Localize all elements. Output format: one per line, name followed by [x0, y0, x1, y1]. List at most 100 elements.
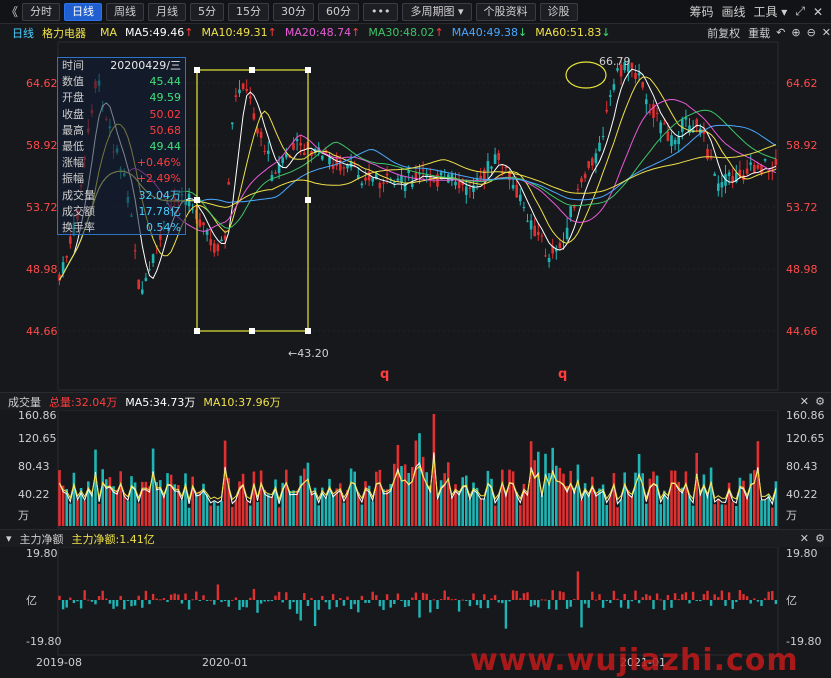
- candle-body: [720, 182, 724, 188]
- flow-bar: [133, 600, 137, 606]
- selection-handle[interactable]: [249, 67, 255, 73]
- candle-body: [641, 81, 644, 88]
- flow-bar: [717, 597, 720, 600]
- flow-bar: [259, 600, 263, 604]
- volume-bar: [465, 475, 468, 526]
- volume-bar: [684, 471, 688, 526]
- volume-bar: [241, 473, 245, 526]
- candle-body: [544, 255, 547, 257]
- gear-icon[interactable]: ⚙: [815, 395, 825, 408]
- info-value: 32.04万: [138, 188, 182, 202]
- flow-bar: [130, 600, 133, 607]
- volume-bar: [616, 507, 619, 526]
- candle-body: [267, 150, 270, 154]
- collapse-icon[interactable]: ▾: [6, 532, 12, 545]
- volume-bar: [479, 498, 482, 526]
- volume-bar: [670, 470, 673, 526]
- candle-body: [763, 158, 767, 161]
- flow-panel-frame: [57, 546, 779, 656]
- candle-body: [468, 187, 472, 189]
- selection-handle[interactable]: [194, 328, 200, 334]
- flow-bar: [220, 600, 223, 603]
- volume-bar: [457, 491, 461, 526]
- candle-body: [731, 176, 734, 182]
- candle-body: [198, 219, 202, 227]
- volume-bar: [285, 469, 288, 526]
- price-tick-right: 64.62: [786, 77, 818, 90]
- volume-bar: [209, 505, 212, 526]
- info-row: 换手率 0.54%: [58, 220, 185, 236]
- volume-bar: [317, 505, 320, 526]
- watermark: www.wujiazhi.com: [470, 643, 799, 678]
- volume-bar: [90, 493, 94, 526]
- candle-body: [256, 128, 259, 134]
- volume-bar: [745, 498, 749, 526]
- volume-bar: [180, 500, 184, 526]
- volume-tick-left: 120.65: [18, 432, 57, 445]
- date-label: 2020-01: [202, 656, 248, 669]
- volume-bar: [637, 454, 641, 526]
- flow-bar: [83, 590, 86, 600]
- flow-bar: [576, 571, 580, 600]
- volume-bar: [306, 462, 310, 526]
- candle-body: [598, 142, 601, 152]
- selection-handle[interactable]: [194, 197, 200, 203]
- candle-body: [540, 235, 544, 237]
- volume-bar: [695, 452, 698, 526]
- candle-body: [69, 236, 72, 244]
- flow-bar: [292, 600, 295, 603]
- volume-bar: [587, 494, 590, 526]
- flow-bar: [364, 600, 367, 603]
- flow-bar: [115, 600, 119, 607]
- flow-bar: [558, 591, 562, 600]
- candle-body: [263, 150, 266, 152]
- candle-body: [299, 143, 302, 146]
- flow-bar: [245, 600, 248, 608]
- selection-handle[interactable]: [194, 67, 200, 73]
- candle-body: [148, 269, 151, 271]
- selection-handle[interactable]: [305, 328, 311, 334]
- flow-bar: [724, 600, 727, 606]
- flow-bar: [378, 600, 382, 607]
- volume-bar: [418, 433, 421, 526]
- flow-bar: [706, 590, 709, 600]
- info-value: +2.49%: [136, 172, 181, 186]
- info-box: 时间 20200429/三 数值 45.44 开盘 49.59 收盘 50.02 最高 50.68…: [57, 57, 186, 235]
- flow-bar: [61, 600, 65, 610]
- candle-body: [537, 231, 540, 236]
- flow-bar: [587, 600, 590, 608]
- flow-bar: [681, 594, 684, 600]
- flow-bar: [353, 600, 356, 605]
- candle-body: [569, 206, 572, 218]
- volume-bar: [115, 489, 119, 526]
- flow-bar: [483, 594, 486, 600]
- candle-body: [666, 131, 670, 141]
- candle-body: [727, 172, 731, 177]
- flow-bar: [432, 599, 436, 601]
- volume-bar: [688, 496, 691, 526]
- flow-bar: [317, 600, 320, 610]
- flow-bar: [151, 593, 155, 600]
- volume-bar: [130, 476, 133, 526]
- volume-bar: [731, 502, 734, 526]
- selection-handle[interactable]: [305, 197, 311, 203]
- candle-body: [547, 257, 551, 263]
- flow-bar: [591, 591, 594, 600]
- flow-bar: [465, 600, 468, 601]
- flow-bar: [267, 600, 270, 602]
- flow-bar: [709, 600, 713, 606]
- flow-bar: [191, 599, 194, 601]
- flow-bar: [501, 600, 504, 604]
- flow-bar: [400, 600, 403, 601]
- selection-handle[interactable]: [249, 328, 255, 334]
- gear-icon[interactable]: ⚙: [815, 532, 825, 545]
- flow-bar: [749, 600, 752, 604]
- flow-bar: [270, 600, 274, 601]
- flow-bar: [702, 594, 706, 600]
- close-icon[interactable]: ✕: [800, 532, 809, 545]
- selection-handle[interactable]: [305, 67, 311, 73]
- flow-bar: [630, 600, 634, 602]
- flow-bar: [562, 592, 565, 600]
- close-icon[interactable]: ✕: [800, 395, 809, 408]
- volume-bar: [184, 473, 187, 526]
